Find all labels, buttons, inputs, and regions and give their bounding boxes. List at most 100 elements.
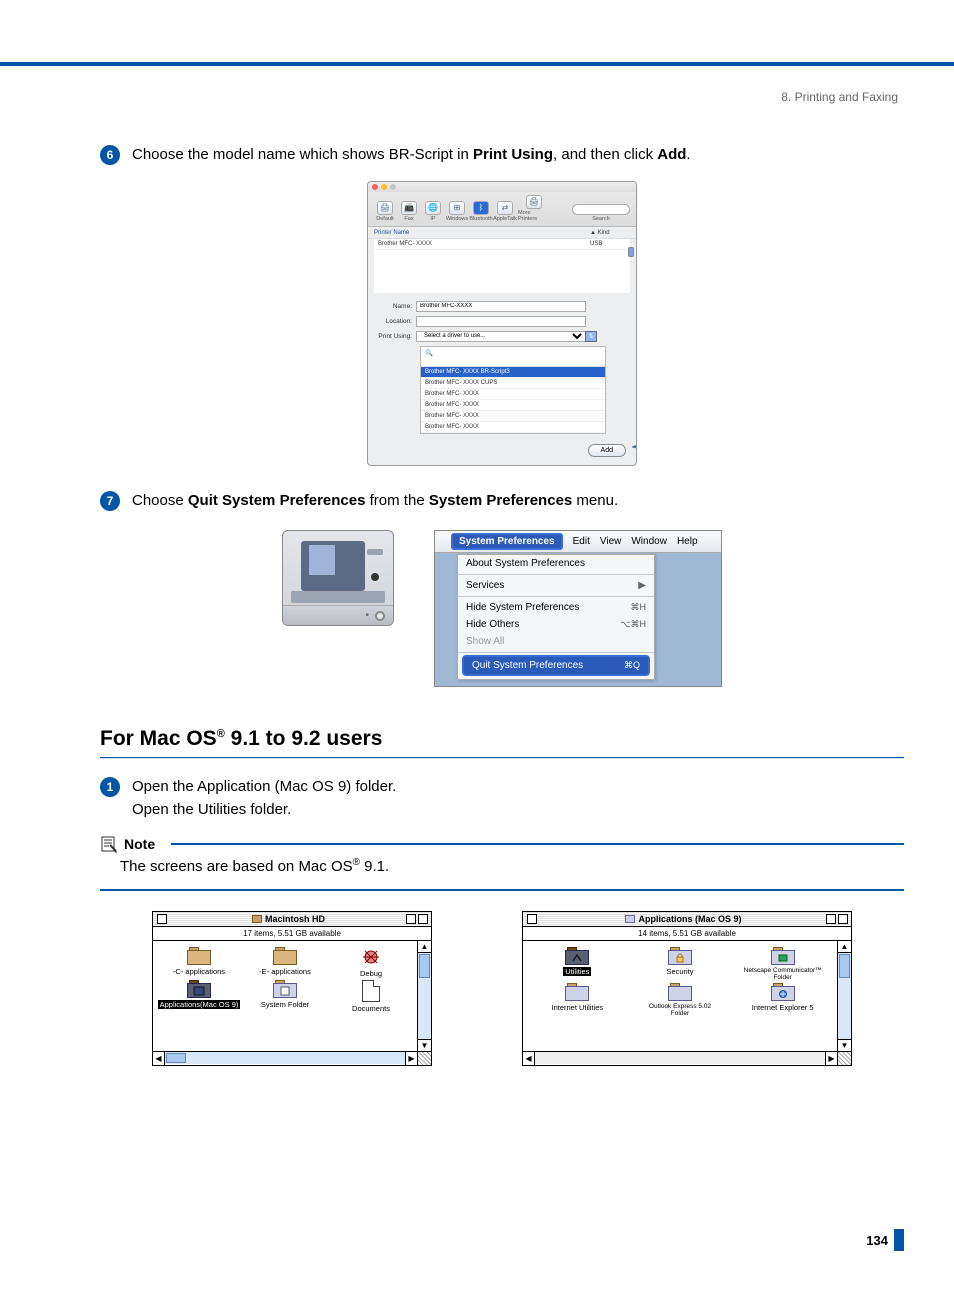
folder-ie5[interactable]: Internet Explorer 5 [741,983,825,1017]
item-label: Netscape Communicator™ Folder [741,967,825,981]
driver-item[interactable]: Brother MFC- XXXX [421,389,605,400]
print-using-select[interactable]: Select a driver to use... [416,331,586,342]
appletalk-icon: ⇄ [497,201,513,215]
more-printers-icon: 🖨 [526,195,542,209]
folder-documents[interactable]: Documents [329,980,413,1013]
zoom-traffic-icon[interactable] [390,184,396,190]
folder-outlook[interactable]: Outlook Express 5.02 Folder [638,983,722,1017]
folder-security[interactable]: Security [638,947,722,981]
list-scrollbar[interactable] [628,239,634,293]
os9-zoom-buttons[interactable] [406,914,431,924]
scroll-thumb[interactable] [419,954,430,978]
driver-item[interactable]: Brother MFC- XXXX [421,411,605,422]
printer-list[interactable]: Brother MFC- XXXX USB [374,239,630,293]
toolbar-bluetooth[interactable]: ᛒBluetooth [470,201,492,222]
location-input[interactable] [416,316,586,327]
scroll-left-icon[interactable]: ◀ [153,1052,165,1065]
scroll-down-icon[interactable]: ▼ [418,1039,431,1051]
scroll-down-icon[interactable]: ▼ [838,1039,851,1051]
name-input[interactable] [416,301,586,312]
os9-titlebar[interactable]: Applications (Mac OS 9) [523,912,851,927]
toolbar-fax[interactable]: 📠Fax [398,201,420,222]
driver-item[interactable]: Brother MFC- XXXX CUPS [421,378,605,389]
folder-icon [187,947,211,965]
search-input[interactable] [572,204,630,215]
scroll-track[interactable] [838,953,851,1039]
close-traffic-icon[interactable] [372,184,378,190]
scroll-track[interactable] [418,953,431,1039]
note-label: Note [124,836,155,852]
step7-post: menu. [572,492,618,509]
toolbar-more[interactable]: 🖨More Printers [518,195,550,222]
menubar-window[interactable]: Window [631,536,667,547]
os9-close-button[interactable] [527,914,537,924]
toolbar-ip[interactable]: 🌐IP [422,201,444,222]
scroll-thumb[interactable] [839,954,850,978]
menu-about[interactable]: About System Preferences [458,555,654,572]
os9-titlebar[interactable]: Macintosh HD [153,912,431,927]
scroll-up-icon[interactable]: ▲ [418,941,431,953]
folder-e-applications[interactable]: -E- applications [243,947,327,978]
hscroll-thumb[interactable] [166,1053,186,1063]
os9-close-button[interactable] [157,914,167,924]
printer-list-row[interactable]: Brother MFC- XXXX USB [374,239,630,250]
outlook-folder-icon [668,983,692,1001]
menubar-edit[interactable]: Edit [573,536,590,547]
os9-zoom-buttons[interactable] [826,914,851,924]
note-body-sup: ® [353,857,360,868]
step6-post: . [686,146,690,163]
os9-vscrollbar[interactable]: ▲ ▼ [837,941,851,1051]
driver-item-selected[interactable]: Brother MFC- XXXX BR-Script3 [421,367,605,378]
scroll-thumb[interactable] [628,247,634,257]
menubar-view[interactable]: View [600,536,622,547]
menu-hide[interactable]: Hide System Preferences⌘H [458,599,654,616]
toolbar-appletalk[interactable]: ⇄AppleTalk [494,201,516,222]
minimize-traffic-icon[interactable] [381,184,387,190]
menu-hide-others[interactable]: Hide Others⌥⌘H [458,616,654,633]
col-kind-wrap[interactable]: ▲ Kind [590,230,630,236]
printer-form: Name: Location: Print Using: Select a dr… [368,293,636,438]
add-button[interactable]: Add [588,444,626,457]
step1-line1: Open the Application (Mac OS 9) folder. [132,776,396,799]
os9-vscrollbar[interactable]: ▲ ▼ [417,941,431,1051]
hscroll-track[interactable] [535,1052,825,1064]
toolbar-windows[interactable]: ⊞Windows [446,201,468,222]
folder-utilities[interactable]: Utilities [535,947,619,981]
menubar-help[interactable]: Help [677,536,698,547]
resize-corner-icon[interactable] [837,1052,851,1065]
folder-system[interactable]: System Folder [243,980,327,1013]
folder-internet-utilities[interactable]: Internet Utilities [535,983,619,1017]
step7-b2: System Preferences [429,492,572,509]
folder-netscape[interactable]: Netscape Communicator™ Folder [741,947,825,981]
driver-item[interactable]: Brother MFC- XXXX [421,422,605,433]
menu-services[interactable]: Services▶ [458,577,654,594]
folder-applications-os9[interactable]: Applications(Mac OS 9) [157,980,241,1013]
toolbar-default[interactable]: 🖨Default [374,201,396,222]
select-chevron-icon[interactable]: ⇅ [585,331,597,342]
hscroll-track[interactable] [165,1052,405,1064]
resize-corner-icon[interactable] [417,1052,431,1065]
os9-hscrollbar[interactable]: ◀ ▶ [523,1051,851,1065]
note-body: The screens are based on Mac OS® 9.1. [100,853,904,889]
driver-list[interactable]: 🔍 Brother MFC- XXXX BR-Script3 Brother M… [420,346,606,434]
toolbar-more-label: More Printers [518,210,550,222]
scroll-left-icon[interactable]: ◀ [523,1052,535,1065]
menu-quit[interactable]: Quit System Preferences⌘Q [462,655,650,676]
folder-debug[interactable]: Debug [329,947,413,978]
driver-item[interactable]: Brother MFC- XXXX [421,400,605,411]
scroll-right-icon[interactable]: ▶ [825,1052,837,1065]
scroll-right-icon[interactable]: ▶ [405,1052,417,1065]
menubar-system-preferences[interactable]: System Preferences [451,533,563,550]
name-label: Name: [378,303,416,310]
col-printer-name[interactable]: Printer Name [374,230,590,236]
scroll-up-icon[interactable]: ▲ [838,941,851,953]
toolbar-ip-label: IP [430,216,435,222]
add-printer-dialog: 🖨Default 📠Fax 🌐IP ⊞Windows ᛒBluetooth ⇄A… [367,181,637,466]
driver-search-input[interactable] [425,358,601,364]
item-label: Utilities [563,967,591,976]
os9-hscrollbar[interactable]: ◀ ▶ [153,1051,431,1065]
system-folder-icon [273,980,297,998]
os9-left-title: Macintosh HD [265,914,325,924]
folder-c-applications[interactable]: -C- applications [157,947,241,978]
os9-window-applications: Applications (Mac OS 9) 14 items, 5.51 G… [522,911,852,1066]
